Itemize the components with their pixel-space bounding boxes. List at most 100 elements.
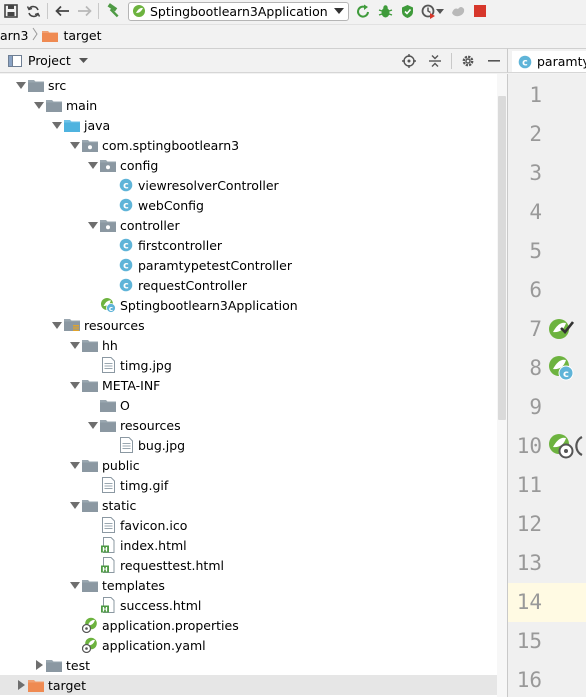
gutter-line[interactable]: 15 [508, 622, 586, 661]
tree-node[interactable]: Hsuccess.html [0, 595, 497, 615]
rerun-icon[interactable] [353, 1, 375, 21]
tree-node[interactable]: c webConfig [0, 195, 497, 215]
chevron-down-icon[interactable] [68, 578, 82, 592]
attach-icon[interactable] [447, 1, 469, 21]
gutter-line[interactable]: 1 [508, 76, 586, 115]
tree-node-label: bug.jpg [138, 437, 186, 453]
hide-panel-icon[interactable] [481, 50, 507, 72]
chevron-right-icon[interactable] [14, 678, 28, 692]
gutter-line[interactable]: 10 [508, 427, 586, 466]
tree-node[interactable]: Hindex.html [0, 535, 497, 555]
gutter-line[interactable]: 16 [508, 661, 586, 697]
tree-node-label: webConfig [138, 197, 204, 213]
debug-bug-icon[interactable] [375, 1, 397, 21]
breadcrumb-folder[interactable]: target [63, 28, 101, 43]
gutter-line[interactable]: 7 [508, 310, 586, 349]
tree-node[interactable]: src [0, 75, 497, 95]
tree-node[interactable]: Hrequesttest.html [0, 555, 497, 575]
tree-node[interactable]: favicon.ico [0, 515, 497, 535]
chevron-right-icon[interactable] [32, 658, 46, 672]
tree-node[interactable]: config [0, 155, 497, 175]
folder-icon [82, 457, 98, 473]
run-configuration-select[interactable]: Sptingbootlearn3Application [128, 1, 349, 21]
chevron-down-icon[interactable] [86, 218, 100, 232]
tree-node[interactable]: timg.jpg [0, 355, 497, 375]
line-number: 12 [516, 512, 542, 536]
gutter-line[interactable]: 6 [508, 271, 586, 310]
line-number: 13 [516, 551, 542, 575]
tree-node[interactable]: java [0, 115, 497, 135]
locate-icon[interactable] [396, 50, 422, 72]
gutter-line[interactable]: 9 [508, 388, 586, 427]
tree-node[interactable]: bug.jpg [0, 435, 497, 455]
editor-tab[interactable]: c paramtyp [512, 51, 586, 72]
tree-node[interactable]: hh [0, 335, 497, 355]
tree-node[interactable]: c requestController [0, 275, 497, 295]
tree-node[interactable]: com.sptingbootlearn3 [0, 135, 497, 155]
profile-icon[interactable] [419, 1, 447, 21]
collapse-all-icon[interactable] [422, 50, 448, 72]
html-file-icon: H [100, 557, 116, 573]
tree-node[interactable]: c paramtypetestController [0, 255, 497, 275]
gutter-line[interactable]: 12 [508, 505, 586, 544]
spring-config-file-icon [82, 637, 98, 653]
tree-node[interactable]: static [0, 495, 497, 515]
spring-bean-class-icon[interactable]: c [548, 355, 574, 381]
tree-node[interactable]: application.yaml [0, 635, 497, 655]
tree-node[interactable]: META-INF [0, 375, 497, 395]
tree-node[interactable]: c Sptingbootlearn3Application [0, 295, 497, 315]
tree-node[interactable]: resources [0, 315, 497, 335]
chevron-down-icon[interactable] [68, 338, 82, 352]
spring-web-endpoint-icon[interactable] [548, 433, 584, 459]
gutter-line[interactable]: 8c [508, 349, 586, 388]
gutter-line[interactable]: 4 [508, 193, 586, 232]
chevron-down-icon[interactable] [68, 498, 82, 512]
chevron-down-icon[interactable] [86, 418, 100, 432]
sync-icon[interactable] [22, 1, 44, 21]
tree-node[interactable]: c viewresolverController [0, 175, 497, 195]
forward-icon[interactable] [73, 1, 95, 21]
chevron-down-icon[interactable] [50, 318, 64, 332]
tree-node[interactable]: target [0, 675, 497, 695]
tree-node[interactable]: timg.gif [0, 475, 497, 495]
project-view-selector[interactable]: Project [8, 53, 88, 68]
gutter-line[interactable]: 14 [508, 583, 586, 622]
tree-node[interactable]: controller [0, 215, 497, 235]
chevron-down-icon[interactable] [68, 458, 82, 472]
tree-node[interactable]: application.properties [0, 615, 497, 635]
chevron-down-icon[interactable] [14, 78, 28, 92]
tree-scrollbar-thumb[interactable] [498, 96, 506, 420]
tree-node[interactable]: main [0, 95, 497, 115]
gutter-line[interactable]: 11 [508, 466, 586, 505]
chevron-down-icon[interactable] [68, 138, 82, 152]
gutter-line[interactable]: 3 [508, 154, 586, 193]
tree-node[interactable]: resources [0, 415, 497, 435]
class-icon: c [118, 277, 134, 293]
tree-node-label: templates [102, 577, 165, 593]
coverage-icon[interactable] [397, 1, 419, 21]
svg-text:H: H [102, 606, 107, 613]
tree-node[interactable]: c firstcontroller [0, 235, 497, 255]
tree-node[interactable]: templates [0, 575, 497, 595]
back-icon[interactable] [51, 1, 73, 21]
stop-icon[interactable] [469, 1, 491, 21]
folder-icon [82, 577, 98, 593]
spring-bean-check-icon[interactable] [548, 316, 575, 342]
gutter-line[interactable]: 13 [508, 544, 586, 583]
tree-node[interactable]: public [0, 455, 497, 475]
tree-scrollbar[interactable] [497, 74, 507, 697]
gutter-line[interactable]: 5 [508, 232, 586, 271]
breadcrumb-project[interactable]: arn3 [0, 28, 28, 43]
gutter-line[interactable]: 2 [508, 115, 586, 154]
tree-node-label: Sptingbootlearn3Application [120, 297, 298, 313]
chevron-down-icon[interactable] [86, 158, 100, 172]
gear-icon[interactable] [455, 50, 481, 72]
source-folder-icon [64, 117, 80, 133]
chevron-down-icon[interactable] [50, 118, 64, 132]
save-icon[interactable] [0, 1, 22, 21]
chevron-down-icon[interactable] [68, 378, 82, 392]
tree-node[interactable]: test [0, 655, 497, 675]
build-hammer-icon[interactable] [102, 1, 124, 21]
chevron-down-icon[interactable] [32, 98, 46, 112]
tree-node[interactable]: O [0, 395, 497, 415]
